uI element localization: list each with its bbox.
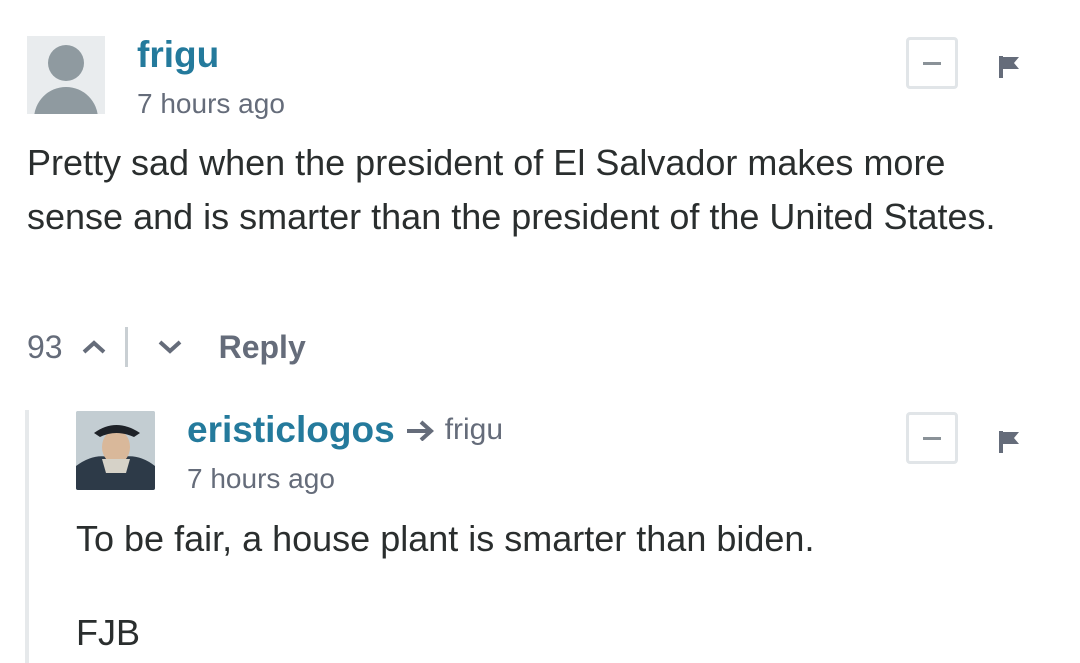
- comment-footer: 93 Reply: [27, 327, 306, 367]
- flag-icon[interactable]: [997, 430, 1021, 454]
- reply-header: eristiclogos frigu: [187, 411, 503, 448]
- reply-button[interactable]: Reply: [219, 331, 306, 363]
- downvote-icon[interactable]: [157, 339, 183, 355]
- minus-icon: [923, 436, 941, 440]
- avatar-body: [34, 87, 98, 114]
- avatar[interactable]: [76, 411, 155, 490]
- collapse-button[interactable]: [906, 412, 958, 464]
- thread-line: [25, 410, 29, 663]
- comment-text: Pretty sad when the president of El Salv…: [27, 142, 996, 237]
- avatar-head: [48, 45, 84, 81]
- portrait-image: [76, 411, 155, 490]
- vote-divider: [124, 327, 128, 367]
- comment-timestamp[interactable]: 7 hours ago: [187, 465, 335, 493]
- comment-author[interactable]: eristiclogos: [187, 411, 395, 448]
- comment-text-line: FJB: [76, 612, 141, 653]
- avatar[interactable]: [27, 36, 105, 114]
- flag-icon[interactable]: [997, 55, 1021, 79]
- reply-target[interactable]: frigu: [405, 413, 503, 447]
- reply-arrow-icon: [406, 420, 434, 441]
- upvote-icon[interactable]: [81, 339, 107, 355]
- minus-icon: [923, 61, 941, 65]
- vote-count: 93: [27, 329, 63, 365]
- collapse-button[interactable]: [906, 37, 958, 89]
- comment-timestamp[interactable]: 7 hours ago: [137, 90, 285, 118]
- comment-text-line: To be fair, a house plant is smarter tha…: [76, 518, 815, 559]
- comment-author[interactable]: frigu: [137, 36, 219, 73]
- reply-target-name: frigu: [444, 412, 504, 446]
